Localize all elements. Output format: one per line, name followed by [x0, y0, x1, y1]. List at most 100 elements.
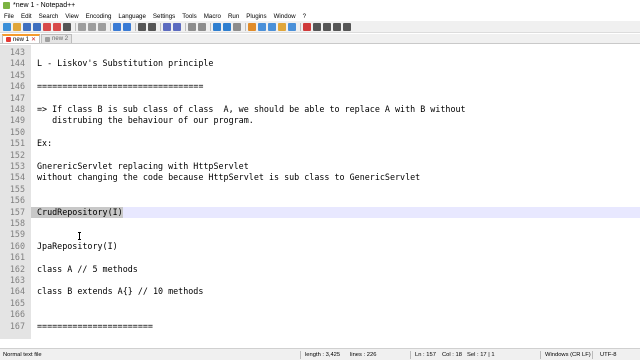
editor-line[interactable]: 152 — [0, 149, 640, 161]
close-icon[interactable] — [43, 22, 51, 31]
line-text[interactable] — [31, 298, 37, 309]
menu-settings[interactable]: Settings — [153, 13, 175, 20]
line-text[interactable] — [31, 93, 37, 104]
line-text[interactable] — [31, 47, 37, 58]
editor-line[interactable]: 158 — [0, 218, 640, 230]
line-text[interactable]: distrubing the behaviour of our program. — [31, 115, 254, 126]
editor-line[interactable]: 147 — [0, 92, 640, 104]
sync-v-icon[interactable] — [188, 22, 196, 31]
line-text[interactable] — [31, 127, 37, 138]
line-text[interactable]: class B extends A{} // 10 methods — [31, 286, 203, 297]
line-text[interactable] — [31, 275, 37, 286]
line-text[interactable]: without changing the code because HttpSe… — [31, 172, 420, 183]
editor-line[interactable]: 151 Ex: — [0, 138, 640, 150]
editor-line[interactable]: 153 GnerericServlet replacing with HttpSe… — [0, 161, 640, 173]
editor-line[interactable]: 156 — [0, 195, 640, 207]
line-text[interactable]: JpaRepository(I) — [31, 241, 118, 252]
menu-plugins[interactable]: Plugins — [246, 13, 266, 20]
udl-icon[interactable] — [248, 22, 256, 31]
play-macro-icon[interactable] — [323, 22, 331, 31]
menu-view[interactable]: View — [65, 13, 78, 20]
line-text[interactable] — [31, 218, 37, 229]
close-tab-icon[interactable]: ✕ — [31, 36, 36, 43]
editor-line[interactable]: 159 — [0, 229, 640, 241]
run-macro-multiple-icon[interactable] — [333, 22, 341, 31]
line-text[interactable] — [31, 229, 37, 240]
all-chars-icon[interactable] — [223, 22, 231, 31]
word-wrap-icon[interactable] — [213, 22, 221, 31]
record-macro-icon[interactable] — [303, 22, 311, 31]
doc-map-icon[interactable] — [258, 22, 266, 31]
sync-h-icon[interactable] — [198, 22, 206, 31]
line-text[interactable]: ======================= — [31, 321, 153, 332]
editor-line[interactable]: 144 L - Liskov's Substitution principle — [0, 58, 640, 70]
editor-line[interactable]: 157 CrudRepository(I) — [0, 206, 640, 218]
line-text[interactable]: class A // 5 methods — [31, 264, 138, 275]
menu-macro[interactable]: Macro — [204, 13, 221, 20]
menu-search[interactable]: Search — [39, 13, 59, 20]
editor-line[interactable]: 160 JpaRepository(I) — [0, 240, 640, 253]
status-encoding[interactable]: UTF-8 — [600, 352, 616, 358]
editor-line[interactable]: 165 — [0, 297, 640, 310]
line-text[interactable] — [31, 184, 37, 195]
line-text[interactable]: ================================= — [31, 81, 203, 92]
line-text[interactable] — [31, 195, 37, 206]
save-macro-icon[interactable] — [343, 22, 351, 31]
zoom-out-icon[interactable] — [173, 22, 181, 31]
menu-tools[interactable]: Tools — [182, 13, 196, 20]
status-eol[interactable]: Windows (CR LF) — [545, 352, 591, 358]
print-icon[interactable] — [63, 22, 71, 31]
menu-run[interactable]: Run — [228, 13, 239, 20]
tab-new-2[interactable]: new 2 — [41, 34, 73, 43]
save-all-icon[interactable] — [33, 22, 41, 31]
editor-line[interactable]: 164 class B extends A{} // 10 methods — [0, 286, 640, 298]
text-editor[interactable]: 143 144 L - Liskov's Substitution principl… — [0, 45, 640, 339]
menu-language[interactable]: Language — [118, 13, 146, 20]
copy-icon[interactable] — [88, 22, 96, 31]
function-list-icon[interactable] — [268, 22, 276, 31]
undo-icon[interactable] — [113, 22, 121, 31]
menu-encoding[interactable]: Encoding — [86, 13, 112, 20]
line-text[interactable] — [31, 150, 37, 161]
replace-icon[interactable] — [148, 22, 156, 31]
indent-guide-icon[interactable] — [233, 22, 241, 31]
editor-line[interactable]: 162 class A // 5 methods — [0, 263, 640, 275]
redo-icon[interactable] — [123, 22, 131, 31]
editor-line[interactable]: 145 — [0, 69, 640, 82]
stop-macro-icon[interactable] — [313, 22, 321, 31]
find-icon[interactable] — [138, 22, 146, 31]
zoom-in-icon[interactable] — [163, 22, 171, 31]
new-file-icon[interactable] — [3, 22, 11, 31]
editor-line[interactable]: 146 ================================= — [0, 81, 640, 93]
menu-help[interactable]: ? — [303, 13, 306, 20]
save-icon[interactable] — [23, 22, 31, 31]
cut-icon[interactable] — [78, 22, 86, 31]
line-text[interactable]: CrudRepository(I) — [31, 206, 123, 218]
menu-file[interactable]: File — [4, 13, 14, 20]
monitor-icon[interactable] — [288, 22, 296, 31]
editor-line[interactable]: 149 distrubing the behaviour of our prog… — [0, 115, 640, 127]
line-text[interactable] — [31, 70, 37, 81]
open-file-icon[interactable] — [13, 22, 21, 31]
paste-icon[interactable] — [98, 22, 106, 31]
tab-new-1[interactable]: new 1 ✕ — [2, 34, 41, 43]
editor-line[interactable]: 155 — [0, 183, 640, 196]
menu-edit[interactable]: Edit — [21, 13, 32, 20]
line-text[interactable] — [31, 309, 37, 320]
editor-line[interactable]: 167 ======================= — [0, 320, 640, 332]
editor-line[interactable]: 154 without changing the code because Htt… — [0, 172, 640, 184]
line-text[interactable]: GnerericServlet replacing with HttpServl… — [31, 161, 249, 172]
folder-workspace-icon[interactable] — [278, 22, 286, 31]
line-text[interactable]: => If class B is sub class of class A, w… — [31, 104, 466, 115]
editor-line[interactable]: 166 — [0, 309, 640, 321]
close-all-icon[interactable] — [53, 22, 61, 31]
menu-window[interactable]: Window — [274, 13, 296, 20]
editor-line[interactable]: 163 — [0, 275, 640, 287]
editor-line[interactable]: 150 — [0, 126, 640, 139]
editor-line[interactable]: 148 => If class B is sub class of class A… — [0, 104, 640, 116]
line-text[interactable] — [31, 252, 37, 263]
editor-line[interactable]: 161 — [0, 252, 640, 264]
editor-line[interactable]: 143 — [0, 47, 640, 59]
line-text[interactable]: L - Liskov's Substitution principle — [31, 58, 213, 69]
line-text[interactable]: Ex: — [31, 138, 52, 149]
